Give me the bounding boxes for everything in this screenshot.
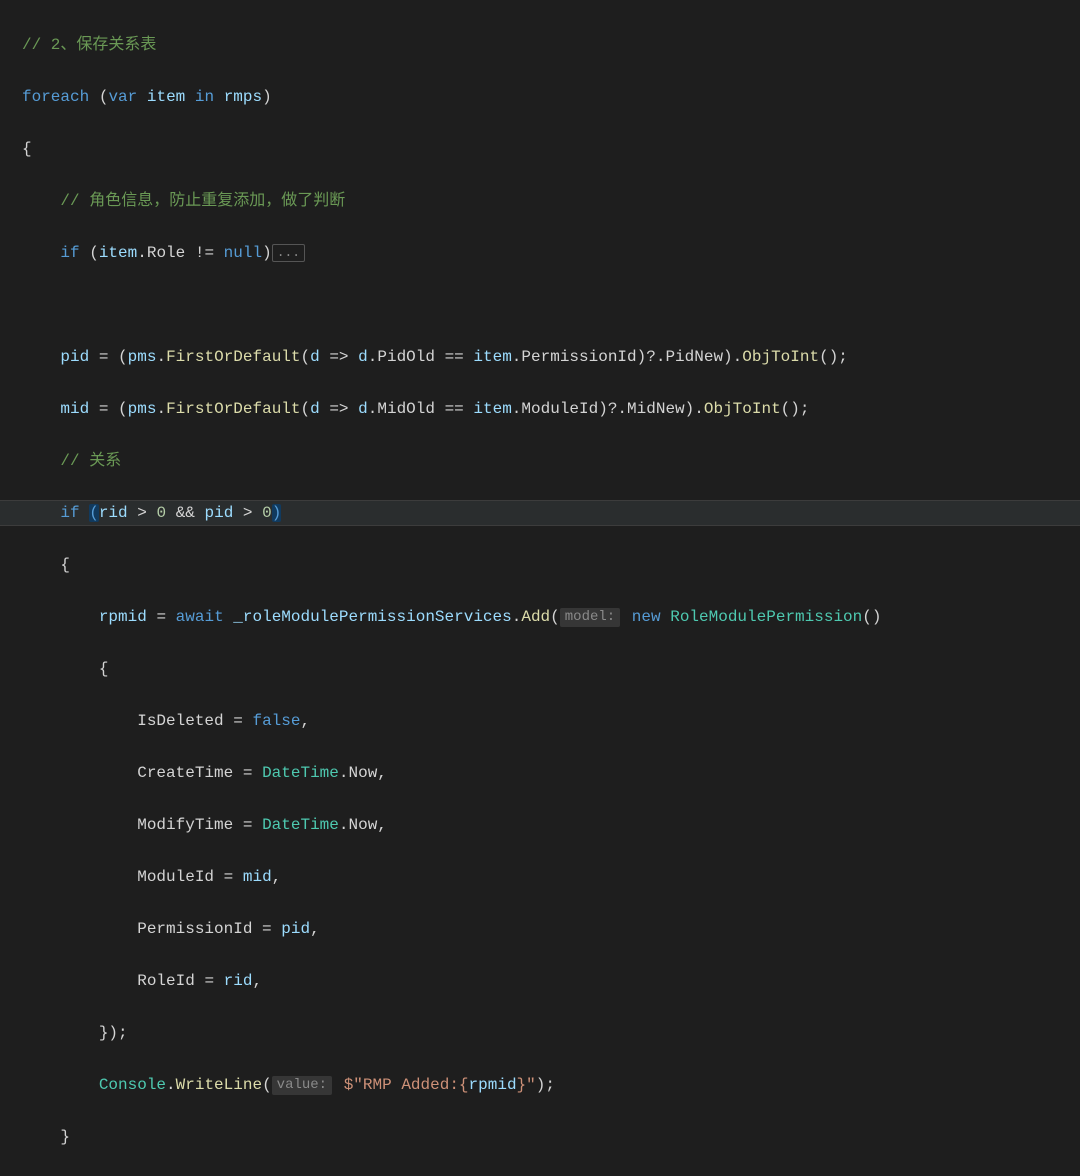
code-line: if (item.Role != null)...	[0, 240, 1080, 266]
code-line: {	[0, 552, 1080, 578]
keyword-if: if	[60, 504, 79, 522]
bracket-match: )	[272, 504, 282, 522]
code-line: // 关系	[0, 448, 1080, 474]
param-hint: value:	[272, 1076, 332, 1095]
param-hint: model:	[560, 608, 620, 627]
code-editor[interactable]: // 2、保存关系表 foreach (var item in rmps) { …	[0, 0, 1080, 1176]
comment: // 2、保存关系表	[22, 36, 156, 54]
code-line: ModifyTime = DateTime.Now,	[0, 812, 1080, 838]
code-line: {	[0, 656, 1080, 682]
blank-line	[0, 292, 1080, 318]
code-line: mid = (pms.FirstOrDefault(d => d.MidOld …	[0, 396, 1080, 422]
code-line: // 2、保存关系表	[0, 32, 1080, 58]
identifier: item	[147, 88, 185, 106]
code-line: rpmid = await _roleModulePermissionServi…	[0, 604, 1080, 630]
code-line: CreateTime = DateTime.Now,	[0, 760, 1080, 786]
code-line: ModuleId = mid,	[0, 864, 1080, 890]
code-line: IsDeleted = false,	[0, 708, 1080, 734]
current-line: if (rid > 0 && pid > 0)	[0, 500, 1080, 526]
code-line: PermissionId = pid,	[0, 916, 1080, 942]
code-line: foreach (var item in rmps)	[0, 84, 1080, 110]
comment: // 角色信息，防止重复添加，做了判断	[60, 192, 345, 210]
keyword-var: var	[108, 88, 137, 106]
fold-toggle[interactable]: ...	[272, 244, 305, 262]
keyword-if: if	[60, 244, 79, 262]
code-line: RoleId = rid,	[0, 968, 1080, 994]
comment: // 关系	[60, 452, 121, 470]
code-line: {	[0, 136, 1080, 162]
code-line: Console.WriteLine(value: $"RMP Added:{rp…	[0, 1072, 1080, 1098]
code-line: // 角色信息，防止重复添加，做了判断	[0, 188, 1080, 214]
code-line: }	[0, 1124, 1080, 1150]
keyword-foreach: foreach	[22, 88, 89, 106]
code-line: pid = (pms.FirstOrDefault(d => d.PidOld …	[0, 344, 1080, 370]
identifier: rmps	[224, 88, 262, 106]
code-line: });	[0, 1020, 1080, 1046]
keyword-in: in	[195, 88, 214, 106]
bracket-match: (	[89, 504, 99, 522]
